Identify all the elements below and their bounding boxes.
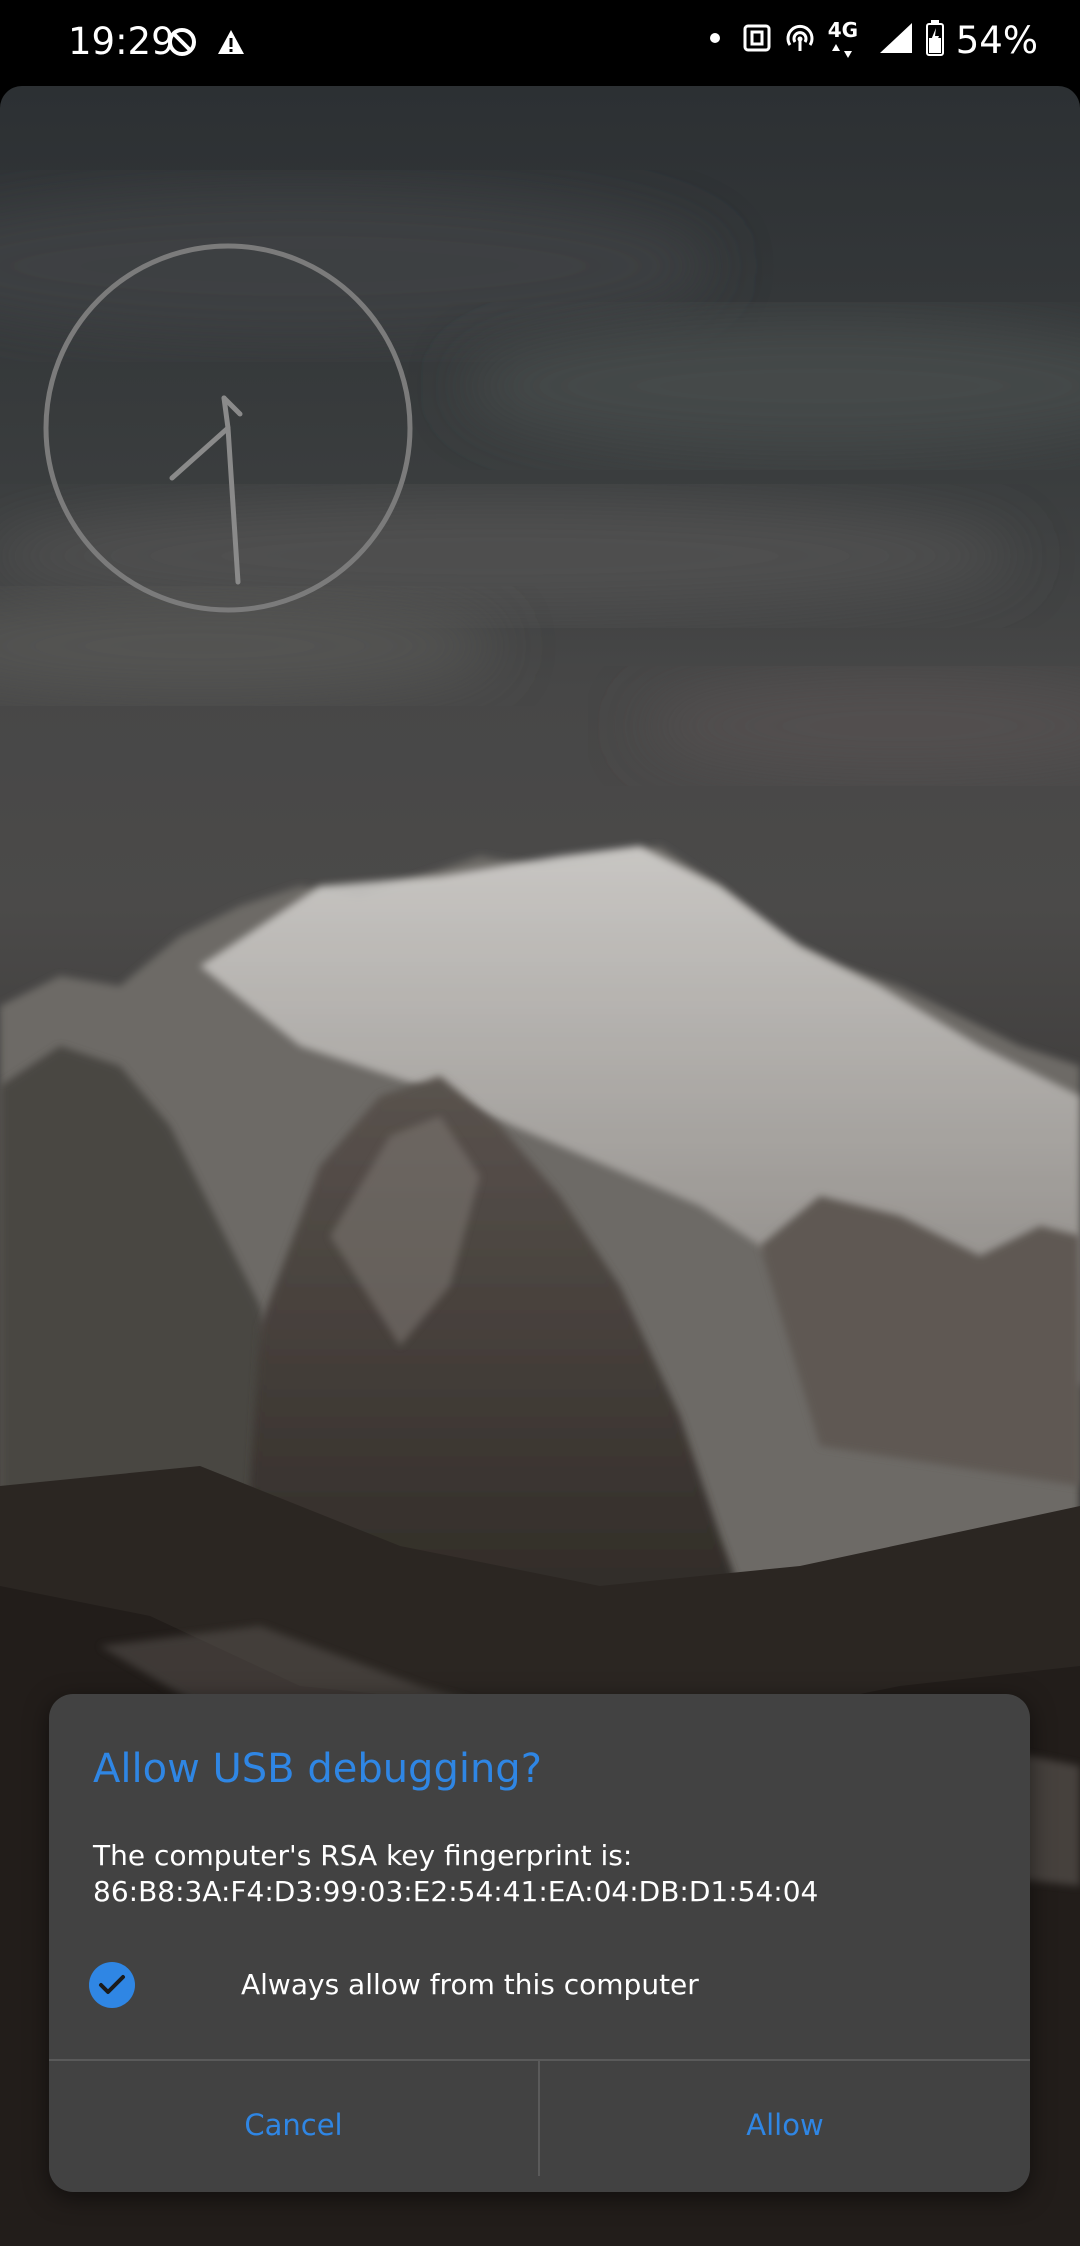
notification-dot-icon — [700, 28, 730, 52]
nfc-icon — [742, 23, 772, 57]
network-type-icon: 4G — [828, 18, 866, 62]
battery-icon — [925, 20, 944, 60]
checkmark-icon — [99, 1975, 125, 1994]
status-bar: 19:29 4G 54% — [0, 0, 1080, 86]
status-left-icons — [166, 26, 246, 62]
cancel-button[interactable]: Cancel — [49, 2061, 538, 2189]
always-allow-row[interactable]: Always allow from this computer — [89, 1956, 989, 2016]
battery-percentage: 54% — [955, 18, 1038, 62]
hotspot-icon — [784, 23, 816, 57]
dialog-message: The computer's RSA key fingerprint is: 8… — [93, 1838, 818, 1910]
always-allow-label[interactable]: Always allow from this computer — [241, 1968, 699, 2001]
lock-screen: 19:29 4G 54% Allow USB debugging? The co… — [0, 0, 1080, 2246]
signal-icon — [878, 21, 914, 59]
dialog-title: Allow USB debugging? — [93, 1746, 542, 1792]
usb-debugging-dialog: Allow USB debugging? The computer's RSA … — [49, 1694, 1030, 2192]
dialog-message-line1: The computer's RSA key fingerprint is: — [93, 1839, 633, 1872]
data-saver-icon — [166, 26, 198, 62]
allow-button[interactable]: Allow — [540, 2061, 1030, 2189]
always-allow-checkbox[interactable] — [89, 1962, 135, 2008]
rsa-fingerprint: 86:B8:3A:F4:D3:99:03:E2:54:41:EA:04:DB:D… — [93, 1875, 819, 1908]
warning-icon — [216, 28, 246, 60]
analog-clock-widget[interactable] — [42, 242, 414, 614]
status-right-icons: 4G 54% — [700, 18, 1038, 62]
status-time: 19:29 — [68, 20, 175, 63]
